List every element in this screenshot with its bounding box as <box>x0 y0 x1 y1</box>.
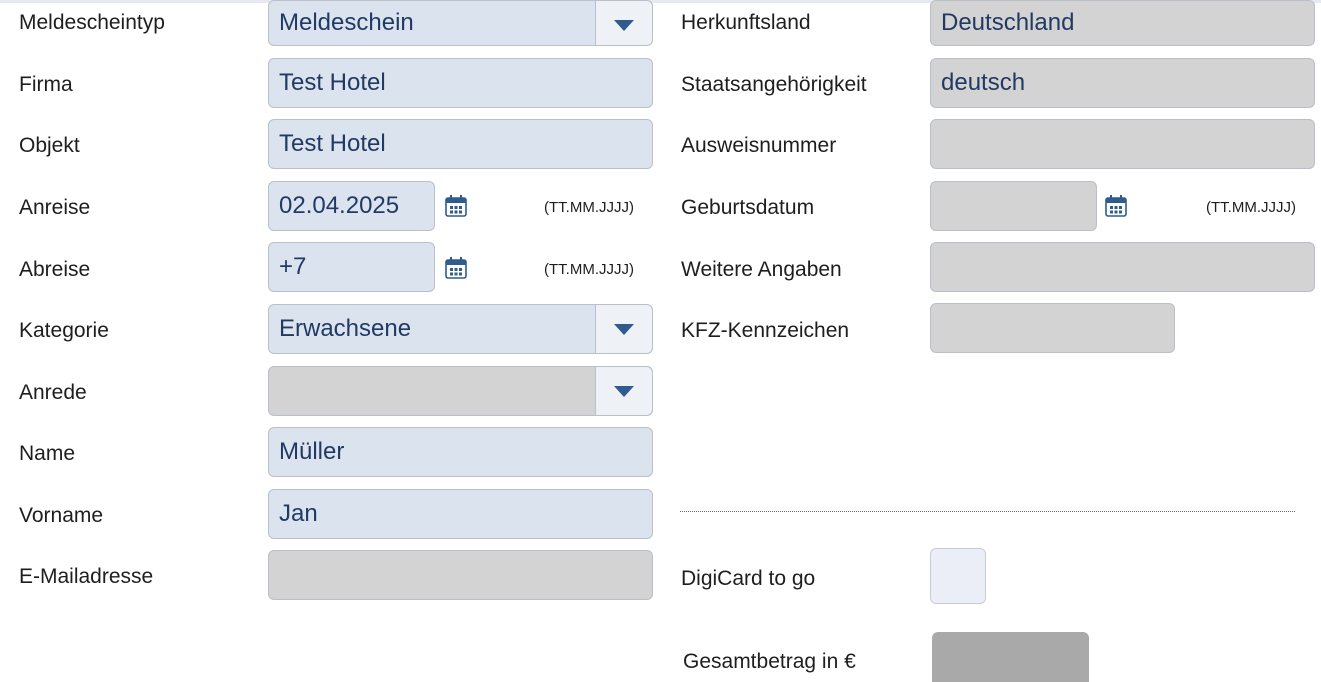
label-staatsangehoerigkeit: Staatsangehörigkeit <box>681 73 867 96</box>
label-weitere-angaben: Weitere Angaben <box>681 258 842 281</box>
gesamtbetrag-field <box>932 632 1089 682</box>
anreise-field[interactable]: 02.04.2025 <box>268 181 435 231</box>
herkunftsland-value: Deutschland <box>941 9 1075 36</box>
meldescheintyp-select[interactable]: Meldeschein <box>268 0 653 46</box>
herkunftsland-field[interactable]: Deutschland <box>930 0 1315 46</box>
label-vorname: Vorname <box>19 504 104 527</box>
label-abreise: Abreise <box>19 258 91 281</box>
label-kfz-kennzeichen: KFZ-Kennzeichen <box>681 319 850 342</box>
digicard-checkbox[interactable] <box>930 548 986 604</box>
label-meldescheintyp: Meldescheintyp <box>19 11 165 34</box>
label-kategorie: Kategorie <box>19 319 109 342</box>
section-divider <box>680 511 1295 512</box>
firma-field[interactable]: Test Hotel <box>268 58 653 108</box>
anreise-value: 02.04.2025 <box>279 192 400 219</box>
email-field[interactable] <box>268 550 653 600</box>
kategorie-value: Erwachsene <box>279 315 412 342</box>
label-ausweisnummer: Ausweisnummer <box>681 134 837 157</box>
label-anreise: Anreise <box>19 196 91 219</box>
label-anrede: Anrede <box>19 381 87 404</box>
firma-value: Test Hotel <box>279 69 386 96</box>
staatsangehoerigkeit-value: deutsch <box>941 69 1026 96</box>
weitere-angaben-field[interactable] <box>930 242 1315 292</box>
label-name: Name <box>19 442 76 465</box>
calendar-icon[interactable] <box>1105 194 1127 218</box>
staatsangehoerigkeit-field[interactable]: deutsch <box>930 58 1315 108</box>
kfz-kennzeichen-field[interactable] <box>930 303 1175 353</box>
label-email: E-Mailadresse <box>19 565 154 588</box>
abreise-field[interactable]: +7 <box>268 242 435 292</box>
objekt-value: Test Hotel <box>279 130 386 157</box>
abreise-format-hint: (TT.MM.JJJJ) <box>544 261 634 278</box>
vorname-field[interactable]: Jan <box>268 489 653 539</box>
label-objekt: Objekt <box>19 134 80 157</box>
ausweisnummer-field[interactable] <box>930 119 1315 169</box>
name-field[interactable]: Müller <box>268 427 653 477</box>
label-herkunftsland: Herkunftsland <box>681 11 811 34</box>
kategorie-select[interactable]: Erwachsene <box>268 304 653 354</box>
anrede-select[interactable] <box>268 366 653 416</box>
chevron-down-icon[interactable] <box>595 305 652 353</box>
anreise-format-hint: (TT.MM.JJJJ) <box>544 199 634 216</box>
chevron-down-icon[interactable] <box>595 1 652 45</box>
name-value: Müller <box>279 438 345 465</box>
label-gesamtbetrag: Gesamtbetrag in € <box>683 650 856 673</box>
meldescheintyp-value: Meldeschein <box>279 9 414 36</box>
label-geburtsdatum: Geburtsdatum <box>681 196 815 219</box>
geburtsdatum-format-hint: (TT.MM.JJJJ) <box>1206 199 1296 216</box>
calendar-icon[interactable] <box>445 256 467 280</box>
label-firma: Firma <box>19 73 73 96</box>
calendar-icon[interactable] <box>445 194 467 218</box>
geburtsdatum-field[interactable] <box>930 181 1097 231</box>
vorname-value: Jan <box>279 500 318 527</box>
objekt-field[interactable]: Test Hotel <box>268 119 653 169</box>
label-digicard: DigiCard to go <box>681 567 816 590</box>
abreise-value: +7 <box>279 253 307 280</box>
chevron-down-icon[interactable] <box>595 367 652 415</box>
